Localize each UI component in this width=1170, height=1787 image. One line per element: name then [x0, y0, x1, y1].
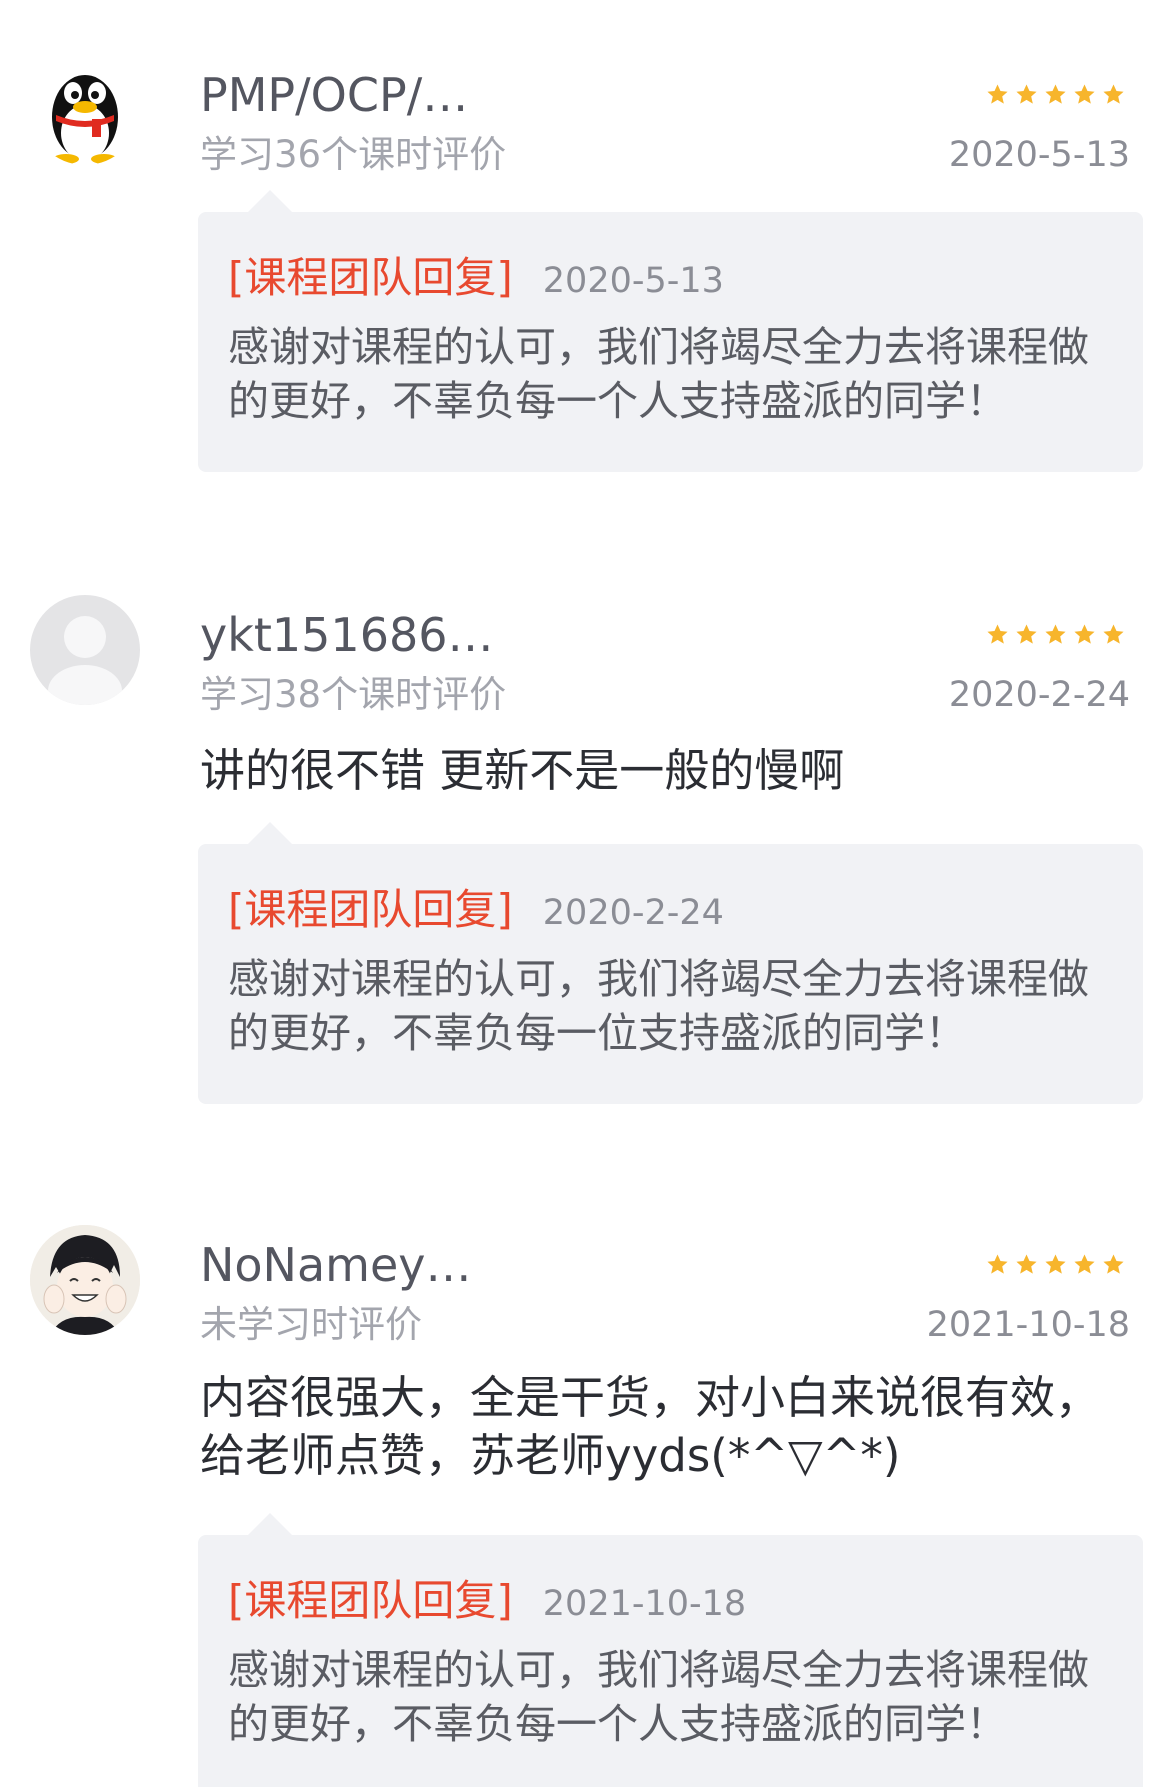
study-info: 学习38个课时评价 — [200, 673, 507, 716]
star-icon — [1103, 84, 1124, 104]
reply-label: [课程团队回复] — [228, 1576, 513, 1625]
username[interactable]: ykt151686… — [200, 607, 494, 663]
star-icon — [987, 624, 1008, 644]
star-icon — [1074, 1254, 1095, 1274]
star-rating — [986, 83, 1125, 106]
username[interactable]: NoNamey… — [200, 1237, 472, 1293]
review-date: 2021-10-18 — [926, 1305, 1130, 1345]
team-reply: [课程团队回复] 2021-10-18 感谢对课程的认可，我们将竭尽全力去将课程做… — [198, 1513, 1143, 1787]
star-icon — [1103, 1254, 1124, 1274]
reply-text: 感谢对课程的认可，我们将竭尽全力去将课程做的更好，不辜负每一个人支持盛派的同学！ — [228, 323, 1089, 425]
star-icon — [1045, 84, 1066, 104]
avatar[interactable] — [30, 595, 140, 705]
team-reply: [课程团队回复] 2020-2-24 感谢对课程的认可，我们将竭尽全力去将课程做的… — [198, 822, 1143, 1104]
team-reply: [课程团队回复] 2020-5-13 感谢对课程的认可，我们将竭尽全力去将课程做的… — [198, 190, 1143, 472]
star-icon — [1074, 84, 1095, 104]
reply-date: 2020-5-13 — [542, 261, 724, 301]
star-icon — [1074, 624, 1095, 644]
anime-boy-icon — [30, 1225, 140, 1335]
avatar[interactable] — [30, 55, 140, 165]
review-date: 2020-2-24 — [948, 675, 1130, 715]
default-user-icon — [48, 616, 122, 705]
review-comment: 讲的很不错 更新不是一般的慢啊 — [200, 744, 845, 797]
course-reviews-list: PMP/OCP/… 学习36个课时评价 2020-5-13 [课程团队回复] 20… — [0, 0, 1170, 1787]
reply-date: 2021-10-18 — [542, 1584, 747, 1624]
reply-text: 感谢对课程的认可，我们将竭尽全力去将课程做的更好，不辜负每一位支持盛派的同学！ — [228, 955, 1089, 1057]
star-icon — [1016, 84, 1037, 104]
star-icon — [987, 84, 1008, 104]
study-info: 未学习时评价 — [200, 1303, 422, 1346]
star-icon — [1016, 1254, 1037, 1274]
reply-text: 感谢对课程的认可，我们将竭尽全力去将课程做的更好，不辜负每一个人支持盛派的同学！ — [228, 1646, 1089, 1748]
review-comment: 内容很强大，全是干货，对小白来说很有效，给老师点赞，苏老师yyds(*^▽^*) — [200, 1371, 1101, 1482]
star-rating — [986, 1253, 1125, 1276]
star-icon — [1103, 624, 1124, 644]
star-icon — [1016, 624, 1037, 644]
study-info: 学习36个课时评价 — [200, 133, 507, 176]
username[interactable]: PMP/OCP/… — [200, 67, 468, 123]
star-icon — [987, 1254, 1008, 1274]
review-date: 2020-5-13 — [948, 135, 1130, 175]
star-icon — [1045, 624, 1066, 644]
avatar[interactable] — [30, 1225, 140, 1335]
reply-date: 2020-2-24 — [542, 893, 724, 933]
reply-label: [课程团队回复] — [228, 253, 513, 302]
star-rating — [986, 623, 1125, 646]
star-icon — [1045, 1254, 1066, 1274]
reply-label: [课程团队回复] — [228, 885, 513, 934]
qq-penguin-icon — [52, 75, 118, 164]
